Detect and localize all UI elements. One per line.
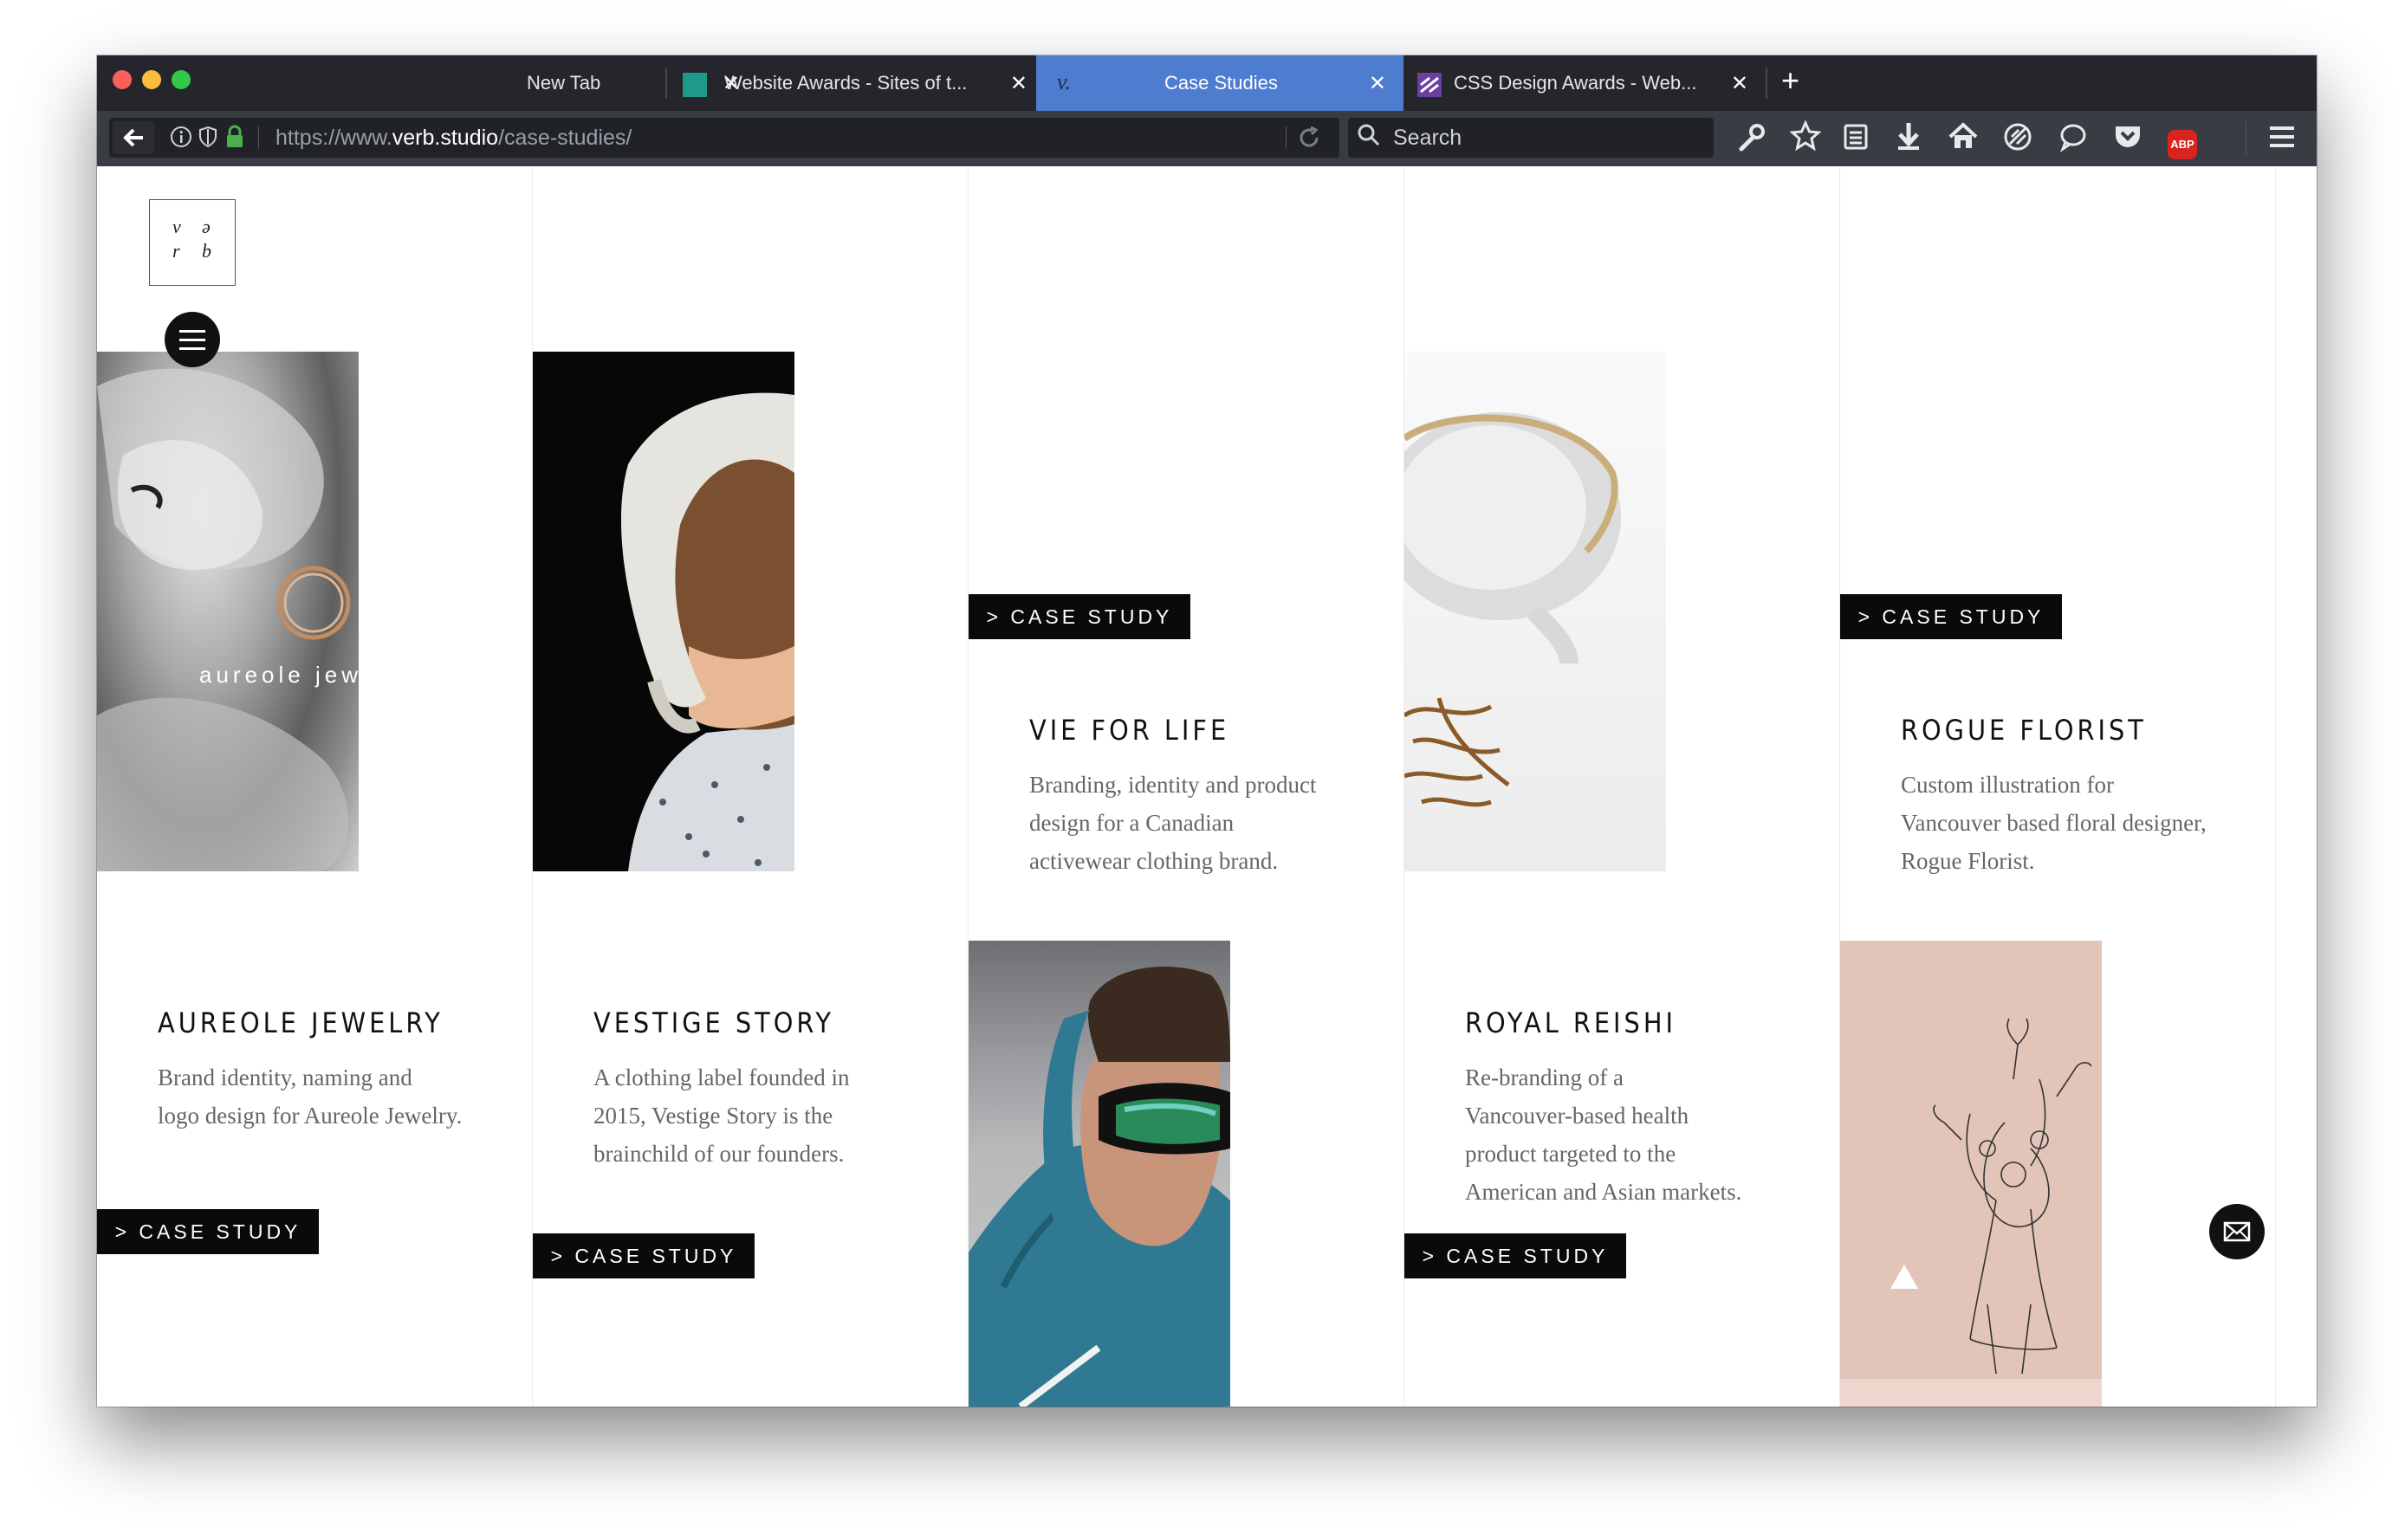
vie-for-life-image[interactable]	[969, 941, 1230, 1407]
tab-label: New Tab	[527, 72, 601, 94]
aureole-jewelry-image[interactable]: aureole jew	[97, 352, 359, 871]
case-study-button[interactable]: > CASE STUDY	[1404, 1233, 1626, 1278]
url-divider	[258, 126, 259, 149]
reading-list-icon[interactable]	[1842, 120, 1870, 161]
wrench-icon[interactable]	[1736, 120, 1766, 161]
envelope-icon	[2223, 1221, 2251, 1242]
nav-bar: https://www.verb.studio/case-studies/ Se…	[97, 111, 2317, 166]
tab-label: Case Studies	[1164, 72, 1278, 94]
image-overlay-text: aureole jew	[199, 662, 359, 688]
project-description: Branding, identity and product design for…	[1029, 772, 1317, 874]
url-text[interactable]: https://www.verb.studio/case-studies/	[276, 126, 632, 151]
reload-icon[interactable]	[1296, 121, 1322, 157]
zoom-window-button[interactable]	[172, 70, 191, 89]
search-placeholder: Search	[1393, 126, 1462, 150]
case-study-button[interactable]: > CASE STUDY	[97, 1209, 319, 1254]
logo-letter: r	[172, 240, 180, 262]
secure-lock-icon[interactable]	[225, 125, 244, 153]
minimize-window-button[interactable]	[142, 70, 161, 89]
project-description: Brand identity, naming and logo design fo…	[158, 1064, 463, 1129]
logo-letter: v	[172, 216, 181, 237]
project-title[interactable]: VESTIGE STORY	[593, 1006, 834, 1039]
back-arrow-icon[interactable]	[113, 121, 154, 154]
browser-window: New Tab ✕ Website Awards - Sites of t...…	[97, 55, 2317, 1407]
awwwards-favicon-icon	[683, 73, 707, 97]
vestige-story-image[interactable]	[533, 352, 794, 871]
tab-close-icon[interactable]: ✕	[1731, 71, 1748, 96]
case-study-button[interactable]: > CASE STUDY	[969, 594, 1190, 639]
tracking-shield-icon[interactable]	[198, 126, 218, 152]
tab-divider	[665, 68, 667, 99]
logo-letter: ə	[202, 216, 211, 237]
project-title[interactable]: ROYAL REISHI	[1465, 1006, 1676, 1039]
url-bar[interactable]: https://www.verb.studio/case-studies/	[109, 118, 1339, 158]
verb-favicon-icon: v.	[1057, 69, 1072, 94]
search-input[interactable]: Search	[1348, 118, 1714, 158]
cssda-favicon-icon	[1417, 73, 1442, 97]
logo-letter: b	[202, 240, 211, 262]
tab-label: CSS Design Awards - Web...	[1454, 72, 1697, 94]
tab-label: Website Awards - Sites of t...	[724, 72, 968, 94]
project-description: Custom illustration for Vancouver based f…	[1901, 772, 2207, 874]
privacy-badger-icon[interactable]	[2001, 120, 2034, 161]
project-description: Re-branding of a Vancouver-based health pr…	[1465, 1064, 1742, 1205]
rogue-florist-image[interactable]	[1840, 941, 2102, 1407]
menu-button[interactable]	[165, 312, 220, 367]
case-study-button[interactable]: > CASE STUDY	[533, 1233, 755, 1278]
verb-logo[interactable]: v ə r b	[149, 199, 236, 286]
project-title[interactable]: AUREOLE JEWELRY	[158, 1006, 444, 1039]
tab-divider	[1766, 68, 1767, 99]
info-icon[interactable]	[170, 126, 192, 152]
tab-css-design-awards[interactable]: CSS Design Awards - Web... ✕	[1403, 55, 1766, 111]
home-icon[interactable]	[1948, 120, 1979, 161]
tab-close-icon[interactable]: ✕	[1369, 71, 1386, 96]
pocket-icon[interactable]	[2112, 120, 2143, 161]
project-title[interactable]: VIE FOR LIFE	[1029, 714, 1229, 747]
project-title[interactable]: ROGUE FLORIST	[1901, 714, 2147, 747]
chat-bubble-icon[interactable]	[2058, 120, 2088, 161]
page-content: v ə r b aureole jew AUREOLE JEWELRY Bran…	[97, 166, 2317, 1407]
tab-bar: New Tab ✕ Website Awards - Sites of t...…	[97, 55, 2317, 111]
contact-mail-button[interactable]	[2209, 1204, 2265, 1259]
hamburger-menu-icon[interactable]	[2266, 120, 2298, 161]
play-triangle-icon[interactable]	[1887, 1261, 1922, 1292]
download-icon[interactable]	[1894, 120, 1923, 161]
tab-close-icon[interactable]: ✕	[1010, 71, 1027, 96]
tab-website-awards[interactable]: Website Awards - Sites of t... ✕	[669, 55, 1045, 111]
search-icon	[1357, 121, 1381, 153]
royal-reishi-image[interactable]	[1404, 352, 1666, 871]
close-window-button[interactable]	[113, 70, 132, 89]
adblock-plus-icon[interactable]: ABP	[2168, 123, 2197, 159]
bookmark-star-icon[interactable]	[1789, 120, 1822, 161]
case-study-button[interactable]: > CASE STUDY	[1840, 594, 2062, 639]
project-description: A clothing label founded in 2015, Vestige…	[593, 1064, 850, 1167]
new-tab-button[interactable]: +	[1781, 62, 1799, 99]
url-divider	[1286, 126, 1287, 149]
tab-case-studies[interactable]: v. Case Studies ✕	[1036, 55, 1403, 111]
